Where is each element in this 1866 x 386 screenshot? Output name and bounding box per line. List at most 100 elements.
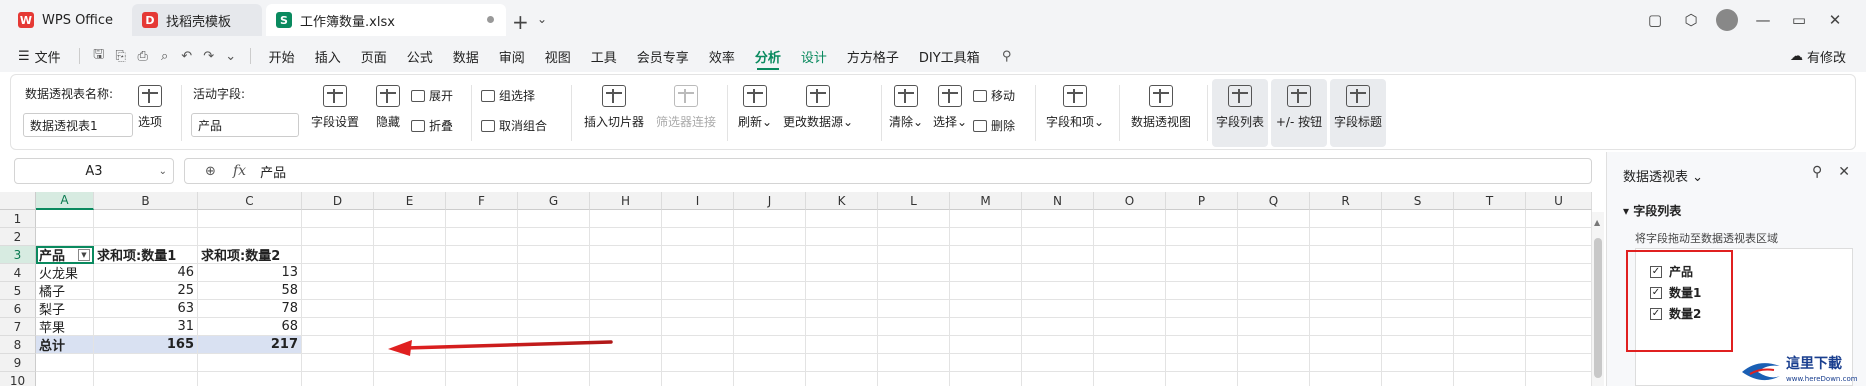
grid-cell[interactable] — [806, 264, 878, 282]
print-preview-icon[interactable]: ⌕ — [154, 45, 176, 67]
clear-button[interactable]: 清除⌄ — [887, 85, 925, 130]
grid-cell[interactable] — [1022, 318, 1094, 336]
options-button[interactable]: 选项 — [125, 85, 175, 130]
grid-cell[interactable] — [1454, 372, 1526, 386]
column-header[interactable]: G — [518, 192, 590, 210]
value-cell[interactable]: 46 — [94, 264, 198, 282]
grid-cell[interactable] — [590, 318, 662, 336]
grid-cell[interactable] — [1094, 354, 1166, 372]
grid-cell[interactable] — [806, 300, 878, 318]
grid-cell[interactable] — [1166, 300, 1238, 318]
grid-cell[interactable] — [1094, 318, 1166, 336]
grid-cell[interactable] — [950, 372, 1022, 386]
row-header[interactable]: 2 — [0, 228, 36, 246]
close-icon[interactable]: ✕ — [1824, 9, 1846, 31]
grid-cell[interactable] — [518, 318, 590, 336]
grid-cell[interactable] — [302, 246, 374, 264]
grid-cell[interactable] — [1166, 264, 1238, 282]
grid-cell[interactable] — [302, 264, 374, 282]
grid-cell[interactable] — [878, 246, 950, 264]
grid-cell[interactable] — [94, 372, 198, 386]
grid-cell[interactable] — [734, 282, 806, 300]
grid-cell[interactable] — [446, 372, 518, 386]
grid-cell[interactable] — [1526, 300, 1592, 318]
grid-cell[interactable] — [1310, 300, 1382, 318]
grid-cell[interactable] — [518, 246, 590, 264]
grid-cell[interactable] — [1454, 300, 1526, 318]
row-label-cell[interactable]: 火龙果 — [36, 264, 94, 282]
save-icon[interactable]: 🖫 — [88, 45, 110, 67]
row-header[interactable]: 9 — [0, 354, 36, 372]
grid-cell[interactable] — [1382, 354, 1454, 372]
pin-icon[interactable]: ⚲ — [1812, 164, 1822, 180]
grid-cell[interactable] — [302, 300, 374, 318]
cube-icon[interactable]: ⬡ — [1680, 9, 1702, 31]
grid-cell[interactable] — [302, 336, 374, 354]
grid-cell[interactable] — [1166, 354, 1238, 372]
row-header[interactable]: 6 — [0, 300, 36, 318]
grid-cell[interactable] — [1382, 372, 1454, 386]
edit-status-button[interactable]: ☁ 有修改 — [1790, 40, 1846, 72]
row-label-cell[interactable]: 橘子 — [36, 282, 94, 300]
column-header[interactable]: D — [302, 192, 374, 210]
grid-cell[interactable] — [878, 228, 950, 246]
menu-tab-1[interactable]: 插入 — [305, 40, 351, 72]
undo-icon[interactable]: ↶ — [176, 45, 198, 67]
grid-cell[interactable] — [1382, 210, 1454, 228]
new-tab-plus-icon[interactable]: + — [512, 10, 529, 34]
grid-cell[interactable] — [1310, 336, 1382, 354]
grid-cell[interactable] — [662, 318, 734, 336]
tab-list-chevron-icon[interactable]: ⌄ — [537, 12, 547, 26]
plus-minus-toggle[interactable]: +/- 按钮 — [1271, 79, 1327, 147]
grid-cell[interactable] — [1382, 264, 1454, 282]
value-cell[interactable]: 58 — [198, 282, 302, 300]
grid-cell[interactable] — [1526, 372, 1592, 386]
grid-cell[interactable] — [590, 210, 662, 228]
grid-cell[interactable] — [36, 372, 94, 386]
grid-cell[interactable] — [1382, 228, 1454, 246]
column-header[interactable]: H — [590, 192, 662, 210]
change-source-button[interactable]: 更改数据源⌄ — [781, 85, 855, 130]
grid-cell[interactable] — [734, 372, 806, 386]
grid-cell[interactable] — [806, 282, 878, 300]
grid-cell[interactable] — [1454, 246, 1526, 264]
grid-cell[interactable] — [94, 210, 198, 228]
close-pane-icon[interactable]: ✕ — [1838, 164, 1850, 180]
grid-cell[interactable] — [518, 228, 590, 246]
column-header[interactable]: K — [806, 192, 878, 210]
value-cell[interactable]: 31 — [94, 318, 198, 336]
field-header-toggle[interactable]: 字段标题 — [1330, 79, 1386, 147]
grid-cell[interactable] — [734, 246, 806, 264]
grid-cell[interactable] — [1094, 264, 1166, 282]
grid-cell[interactable] — [1382, 300, 1454, 318]
grid-cell[interactable] — [1382, 336, 1454, 354]
pivot-value-header-cell[interactable]: 求和项:数量1 — [94, 246, 198, 264]
menu-tab-12[interactable]: 方方格子 — [837, 40, 909, 72]
grid-cell[interactable] — [374, 300, 446, 318]
scroll-up-icon[interactable]: ▲ — [1594, 218, 1600, 227]
grid-cell[interactable] — [1094, 282, 1166, 300]
column-header[interactable]: E — [374, 192, 446, 210]
grid-cell[interactable] — [806, 354, 878, 372]
grid-cell[interactable] — [1166, 282, 1238, 300]
grid-cell[interactable] — [374, 210, 446, 228]
grid-cell[interactable] — [302, 210, 374, 228]
pane-title[interactable]: 数据透视表 ⌄ — [1623, 166, 1703, 185]
grid-cell[interactable] — [662, 264, 734, 282]
row-header[interactable]: 7 — [0, 318, 36, 336]
field-settings-button[interactable]: 字段设置 — [307, 85, 363, 130]
row-header[interactable]: 8 — [0, 336, 36, 354]
menu-tab-13[interactable]: DIY工具箱 — [909, 40, 990, 72]
grid-cell[interactable] — [806, 228, 878, 246]
grid-cell[interactable] — [1310, 318, 1382, 336]
grid-cell[interactable] — [590, 228, 662, 246]
grid-cell[interactable] — [950, 300, 1022, 318]
menu-tab-0[interactable]: 开始 — [259, 40, 305, 72]
grid-cell[interactable] — [662, 282, 734, 300]
grid-cell[interactable] — [1454, 282, 1526, 300]
grid-cell[interactable] — [662, 336, 734, 354]
grid-cell[interactable] — [302, 228, 374, 246]
grid-cell[interactable] — [1454, 318, 1526, 336]
grid-cell[interactable] — [950, 246, 1022, 264]
tab-workbook[interactable]: S 工作簿数量.xlsx — [266, 4, 506, 36]
